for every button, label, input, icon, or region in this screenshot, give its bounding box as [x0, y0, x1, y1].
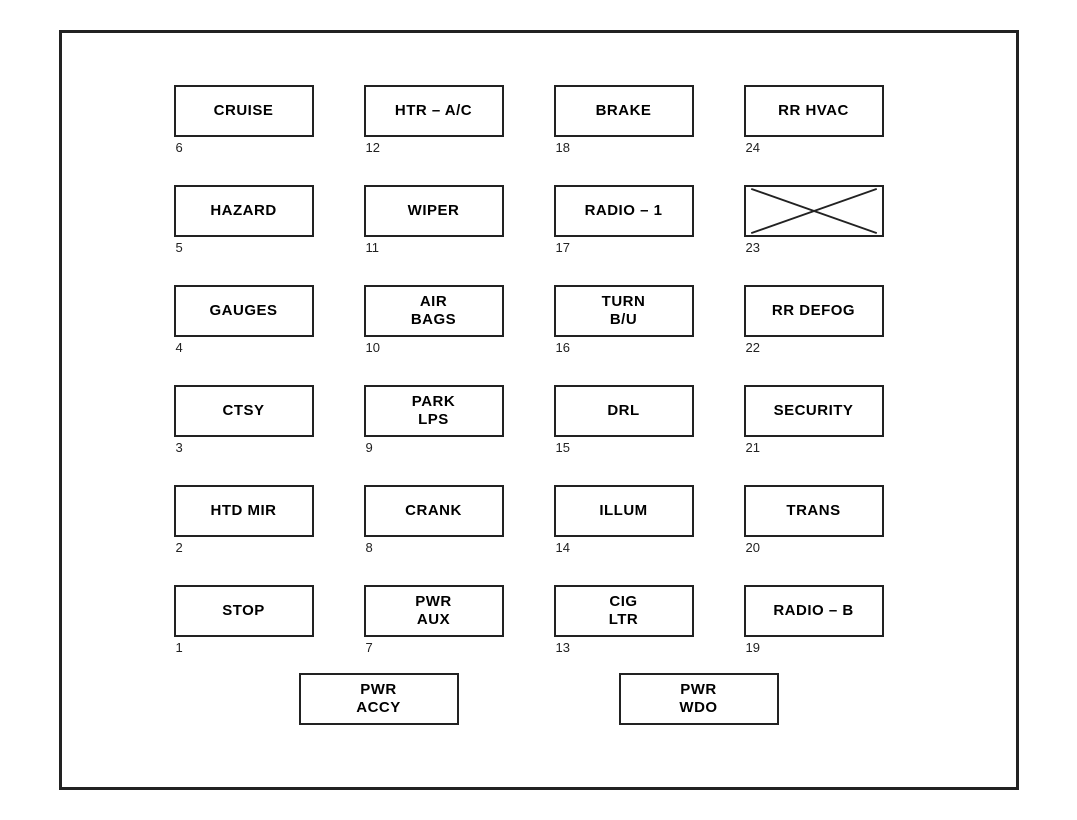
fuse-cell: TRANS 20: [744, 463, 904, 563]
fuse-box-label: HTR – A/C: [364, 85, 504, 137]
fuse-box-label: SECURITY: [744, 385, 884, 437]
fuse-number: 21: [744, 440, 760, 455]
fuse-cell: CIGLTR 13: [554, 563, 714, 663]
fuse-number: 6: [174, 140, 183, 155]
fuse-box-label: DRL: [554, 385, 694, 437]
fuse-number: 4: [174, 340, 183, 355]
fuse-box-label: PARKLPS: [364, 385, 504, 437]
fuse-number: 11: [364, 240, 380, 255]
fuse-number: 17: [554, 240, 570, 255]
fuse-box-label: RR HVAC: [744, 85, 884, 137]
fuse-box-label: CRUISE: [174, 85, 314, 137]
fuse-number: 5: [174, 240, 183, 255]
fuse-box-label: CIGLTR: [554, 585, 694, 637]
fuse-cell: STOP 1: [174, 563, 334, 663]
fuse-number: 16: [554, 340, 570, 355]
fuse-number: 23: [744, 240, 760, 255]
fuse-diagram: CRUISE6HTR – A/C12BRAKE18RR HVAC24HAZARD…: [59, 30, 1019, 790]
fuse-number: 22: [744, 340, 760, 355]
fuse-box-label: WIPER: [364, 185, 504, 237]
fuse-box-label: ILLUM: [554, 485, 694, 537]
fuse-cell: SECURITY 21: [744, 363, 904, 463]
fuse-box-label: PWRAUX: [364, 585, 504, 637]
bottom-fuse-cell: PWRWDO: [619, 673, 779, 725]
fuse-box-label: RADIO – B: [744, 585, 884, 637]
fuse-box-label: STOP: [174, 585, 314, 637]
fuse-cell: RR DEFOG 22: [744, 263, 904, 363]
bottom-fuse-box-label: PWRACCY: [299, 673, 459, 725]
fuse-cell: CRANK 8: [364, 463, 524, 563]
fuse-box-label: CTSY: [174, 385, 314, 437]
fuse-box-label: CRANK: [364, 485, 504, 537]
fuse-box-label: TRANS: [744, 485, 884, 537]
fuse-box-label: BRAKE: [554, 85, 694, 137]
fuse-number: 8: [364, 540, 373, 555]
fuse-number: 1: [174, 640, 183, 655]
fuse-number: 9: [364, 440, 373, 455]
fuse-cell: PWRAUX 7: [364, 563, 524, 663]
fuse-cell: CTSY 3: [174, 363, 334, 463]
fuse-cell: WIPER 11: [364, 163, 524, 263]
fuse-cell: 23: [744, 163, 904, 263]
fuse-number: 14: [554, 540, 570, 555]
fuse-number: 20: [744, 540, 760, 555]
fuse-cell: RADIO – B 19: [744, 563, 904, 663]
fuse-cell: HTR – A/C 12: [364, 63, 524, 163]
fuse-cell: ILLUM 14: [554, 463, 714, 563]
fuse-cell: RADIO – 1 17: [554, 163, 714, 263]
fuse-cell: DRL 15: [554, 363, 714, 463]
fuse-number: 10: [364, 340, 380, 355]
fuse-number: 7: [364, 640, 373, 655]
fuse-cell: HTD MIR 2: [174, 463, 334, 563]
fuse-cell: AIRBAGS 10: [364, 263, 524, 363]
fuse-box-label: HTD MIR: [174, 485, 314, 537]
fuse-box-label: AIRBAGS: [364, 285, 504, 337]
fuse-box-label: RR DEFOG: [744, 285, 884, 337]
fuse-number: 24: [744, 140, 760, 155]
fuse-number: 2: [174, 540, 183, 555]
fuse-number: 18: [554, 140, 570, 155]
fuse-box-label: HAZARD: [174, 185, 314, 237]
fuse-number: 19: [744, 640, 760, 655]
fuse-cell: TURNB/U 16: [554, 263, 714, 363]
fuse-number: 3: [174, 440, 183, 455]
fuse-number: 15: [554, 440, 570, 455]
fuse-cell: HAZARD 5: [174, 163, 334, 263]
bottom-fuse-box-label: PWRWDO: [619, 673, 779, 725]
fuse-box-label: GAUGES: [174, 285, 314, 337]
fuse-cross-box: [744, 185, 884, 237]
fuse-cell: CRUISE 6: [174, 63, 334, 163]
fuse-box-label: TURNB/U: [554, 285, 694, 337]
fuse-cell: BRAKE 18: [554, 63, 714, 163]
fuse-cell: PARKLPS 9: [364, 363, 524, 463]
fuse-cell: GAUGES 4: [174, 263, 334, 363]
bottom-row: PWRACCY PWRWDO: [219, 673, 859, 725]
fuse-number: 13: [554, 640, 570, 655]
fuse-grid: CRUISE6HTR – A/C12BRAKE18RR HVAC24HAZARD…: [174, 63, 904, 663]
fuse-box-label: RADIO – 1: [554, 185, 694, 237]
fuse-cell: RR HVAC 24: [744, 63, 904, 163]
bottom-fuse-cell: PWRACCY: [299, 673, 459, 725]
fuse-number: 12: [364, 140, 380, 155]
